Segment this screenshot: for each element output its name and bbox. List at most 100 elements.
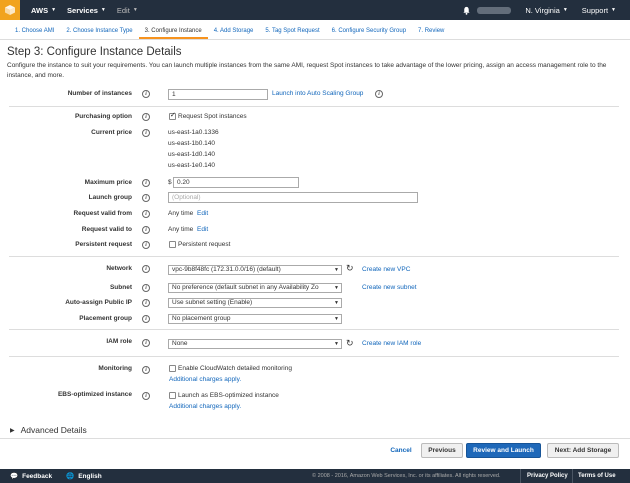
request-spot-label: Request Spot instances xyxy=(178,113,247,120)
max-price-label: Maximum price xyxy=(84,179,132,186)
valid-to-edit-link[interactable]: Edit xyxy=(197,226,208,233)
info-icon[interactable]: i xyxy=(142,210,150,218)
current-price-list: us-east-1a0.1336 us-east-1b0.140 us-east… xyxy=(168,127,226,171)
public-ip-select[interactable]: Use subnet setting (Enable) ▼ xyxy=(168,298,342,308)
monitoring-text: Enable CloudWatch detailed monitoring xyxy=(178,365,292,372)
cancel-button[interactable]: Cancel xyxy=(385,443,417,458)
price-item: us-east-1d0.140 xyxy=(168,151,215,158)
chevron-down-icon: ▼ xyxy=(334,341,339,347)
info-icon[interactable]: i xyxy=(142,179,150,187)
feedback-label: Feedback xyxy=(22,472,53,480)
max-price-input[interactable]: 0.20 xyxy=(173,177,299,188)
valid-to-label: Request valid to xyxy=(81,226,132,233)
region-label: N. Virginia xyxy=(525,5,560,15)
create-iam-role-link[interactable]: Create new IAM role xyxy=(362,340,421,347)
copyright-text: © 2008 - 2016, Amazon Web Services, Inc.… xyxy=(312,473,501,479)
divider xyxy=(9,329,619,330)
tab-review[interactable]: 7. Review xyxy=(412,28,450,39)
footer: 💬 Feedback 🌐 English © 2008 - 2016, Amaz… xyxy=(0,469,630,483)
tab-tag-spot-request[interactable]: 5. Tag Spot Request xyxy=(259,28,325,39)
privacy-policy-link[interactable]: Privacy Policy xyxy=(527,473,568,479)
info-icon[interactable]: i xyxy=(142,129,150,137)
bell-icon[interactable] xyxy=(462,6,471,15)
aws-menu[interactable]: AWS ▼ xyxy=(31,6,56,15)
purchasing-option-label: Purchasing option xyxy=(74,113,132,120)
advanced-details-toggle[interactable]: ▶ Advanced Details xyxy=(10,425,87,435)
info-icon[interactable]: i xyxy=(142,226,150,234)
aws-cube-logo[interactable] xyxy=(0,0,20,20)
launch-group-input[interactable]: (Optional) xyxy=(168,192,418,203)
chevron-down-icon: ▼ xyxy=(562,7,568,13)
edit-menu[interactable]: Edit ▼ xyxy=(117,6,138,15)
price-item: us-east-1e0.140 xyxy=(168,162,215,169)
ebs-optimized-checkbox[interactable] xyxy=(169,392,176,399)
refresh-icon[interactable]: ↻ xyxy=(346,338,354,349)
launch-group-label: Launch group xyxy=(88,194,132,201)
placement-group-select[interactable]: No placement group ▼ xyxy=(168,314,342,324)
monitoring-checkbox[interactable] xyxy=(169,365,176,372)
next-add-storage-button[interactable]: Next: Add Storage xyxy=(547,443,619,458)
tab-choose-instance-type[interactable]: 2. Choose Instance Type xyxy=(60,28,138,39)
divider xyxy=(9,106,619,107)
valid-from-edit-link[interactable]: Edit xyxy=(197,210,208,217)
info-icon[interactable]: i xyxy=(142,90,150,98)
chevron-down-icon: ▼ xyxy=(334,300,339,306)
support-menu[interactable]: Support ▼ xyxy=(582,6,616,15)
language-button[interactable]: 🌐 English xyxy=(66,472,102,481)
public-ip-select-value: Use subnet setting (Enable) xyxy=(172,299,253,306)
top-nav: AWS ▼ Services ▼ Edit ▼ N. Virginia ▼ Su… xyxy=(0,0,630,20)
placement-group-label: Placement group xyxy=(79,315,132,322)
num-instances-input[interactable]: 1 xyxy=(168,89,268,100)
info-icon[interactable]: i xyxy=(142,265,150,273)
iam-role-select[interactable]: None ▼ xyxy=(168,339,342,349)
info-icon[interactable]: i xyxy=(375,90,383,98)
request-spot-checkbox[interactable] xyxy=(169,111,176,120)
subnet-select[interactable]: No preference (default subnet in any Ava… xyxy=(168,283,342,293)
feedback-button[interactable]: 💬 Feedback xyxy=(10,472,53,481)
auto-scaling-link[interactable]: Launch into Auto Scaling Group xyxy=(272,90,363,97)
info-icon[interactable]: i xyxy=(142,194,150,202)
info-icon[interactable]: i xyxy=(142,299,150,307)
services-menu[interactable]: Services ▼ xyxy=(67,6,106,15)
wizard-tabs: 1. Choose AMI 2. Choose Instance Type 3.… xyxy=(0,24,630,40)
price-item: us-east-1a0.1336 xyxy=(168,129,219,136)
info-icon[interactable]: i xyxy=(142,113,150,121)
chat-bubble-icon: 💬 xyxy=(10,473,19,480)
ebs-charges-link[interactable]: Additional charges apply. xyxy=(169,403,241,410)
tab-choose-ami[interactable]: 1. Choose AMI xyxy=(9,28,60,39)
cube-icon xyxy=(5,5,15,15)
tab-configure-security-group[interactable]: 6. Configure Security Group xyxy=(326,28,412,39)
info-icon[interactable]: i xyxy=(142,315,150,323)
info-icon[interactable]: i xyxy=(142,392,150,400)
network-select[interactable]: vpc-9b8f48fc (172.31.0.0/16) (default) ▼ xyxy=(168,265,342,275)
ebs-optimized-label: EBS-optimized instance xyxy=(57,391,132,398)
previous-button[interactable]: Previous xyxy=(421,443,463,458)
page-description: Configure the instance to suit your requ… xyxy=(7,62,607,79)
monitoring-charges-link[interactable]: Additional charges apply. xyxy=(169,376,241,383)
info-icon[interactable]: i xyxy=(142,339,150,347)
chevron-down-icon: ▼ xyxy=(334,267,339,273)
valid-from-label: Request valid from xyxy=(73,210,132,217)
valid-from-value: Any time xyxy=(168,210,194,217)
divider xyxy=(520,469,521,483)
tab-add-storage[interactable]: 4. Add Storage xyxy=(208,28,260,39)
iam-role-label: IAM role xyxy=(106,338,132,345)
terms-of-use-link[interactable]: Terms of Use xyxy=(578,473,616,479)
info-icon[interactable]: i xyxy=(142,241,150,249)
chevron-down-icon: ▼ xyxy=(611,7,616,13)
nav-right: N. Virginia ▼ Support ▼ xyxy=(462,0,630,20)
info-icon[interactable]: i xyxy=(142,284,150,292)
info-icon[interactable]: i xyxy=(142,366,150,374)
chevron-down-icon: ▼ xyxy=(51,7,57,13)
current-price-label: Current price xyxy=(91,129,132,136)
refresh-icon[interactable]: ↻ xyxy=(346,263,354,274)
review-and-launch-button[interactable]: Review and Launch xyxy=(466,443,541,458)
create-vpc-link[interactable]: Create new VPC xyxy=(362,266,410,273)
tab-configure-instance[interactable]: 3. Configure Instance xyxy=(138,28,208,39)
subnet-label: Subnet xyxy=(109,284,132,291)
globe-icon: 🌐 xyxy=(66,473,75,480)
create-subnet-link[interactable]: Create new subnet xyxy=(362,284,417,291)
account-menu[interactable] xyxy=(477,6,512,14)
persistent-request-checkbox[interactable] xyxy=(169,241,176,248)
region-menu[interactable]: N. Virginia ▼ xyxy=(525,6,567,15)
